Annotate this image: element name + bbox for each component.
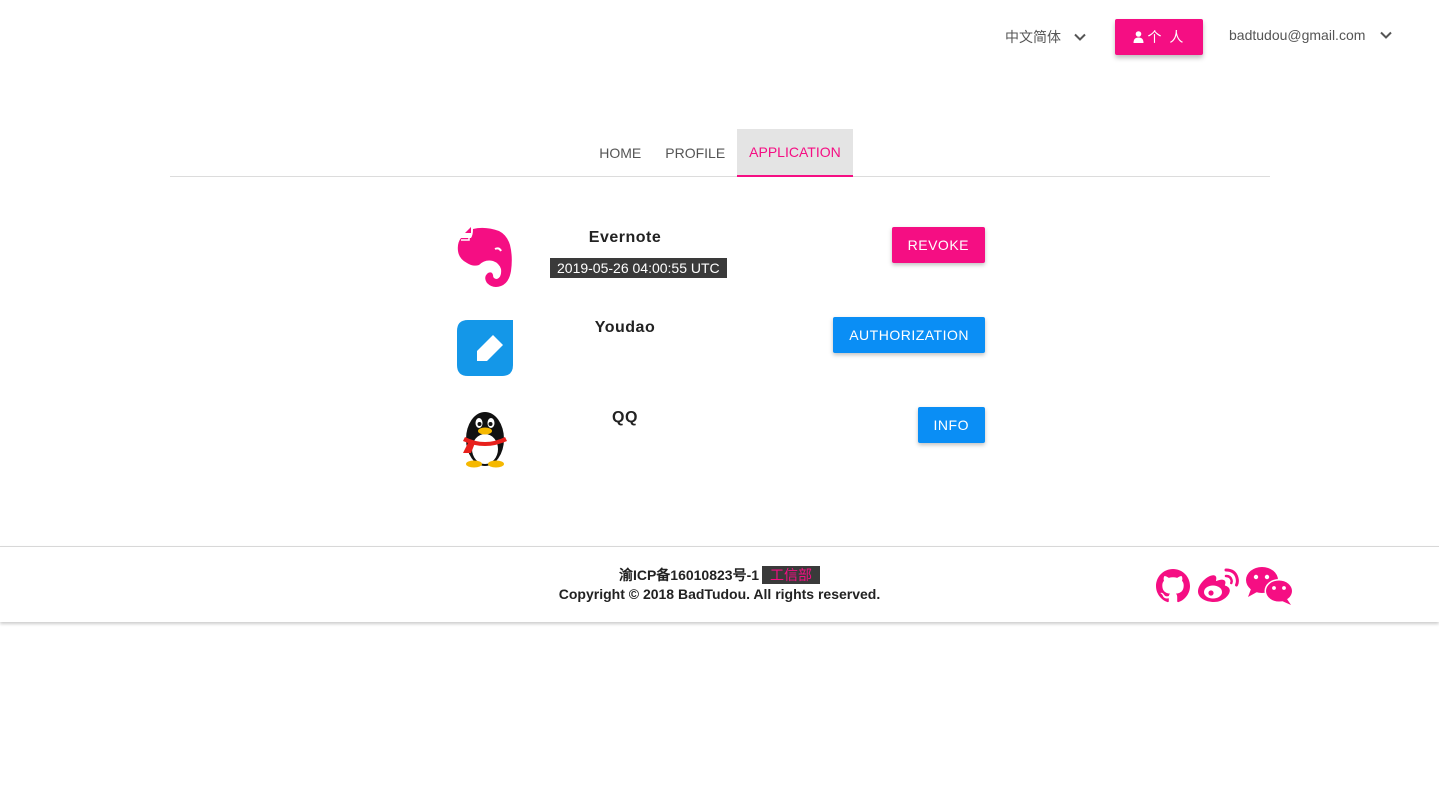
app-row-youdao: Youdao AUTHORIZATION: [455, 317, 985, 381]
footer: 渝ICP备16010823号-1 工信部 Copyright © 2018 Bad…: [0, 546, 1439, 622]
github-icon[interactable]: [1155, 568, 1191, 609]
authorization-timestamp: 2019-05-26 04:00:55 UTC: [550, 258, 727, 278]
language-label: 中文简体: [1005, 29, 1061, 45]
user-email: badtudou@gmail.com: [1229, 27, 1366, 43]
wechat-icon[interactable]: [1245, 566, 1295, 611]
app-name: Youdao: [594, 319, 656, 336]
revoke-button[interactable]: REVOKE: [891, 227, 985, 263]
info-button[interactable]: INFO: [917, 407, 985, 443]
app-row-evernote: Evernote 2019-05-26 04:00:55 UTC REVOKE: [455, 227, 985, 291]
language-select[interactable]: 中文简体: [1005, 27, 1087, 47]
user-icon: [1133, 31, 1144, 43]
app-name: Evernote: [588, 229, 662, 246]
icp-badge-link[interactable]: 工信部: [762, 566, 821, 584]
authorization-button[interactable]: AUTHORIZATION: [833, 317, 985, 353]
icp-number: 渝ICP备16010823号-1: [618, 567, 760, 583]
user-menu[interactable]: badtudou@gmail.com: [1229, 27, 1393, 43]
chevron-down-icon: [1379, 28, 1393, 42]
weibo-icon[interactable]: [1197, 568, 1239, 609]
app-row-qq: QQ INFO: [455, 407, 985, 471]
tab-application[interactable]: APPLICATION: [737, 129, 853, 177]
tab-profile[interactable]: PROFILE: [653, 129, 737, 177]
social-links: [1155, 566, 1295, 611]
chevron-down-icon: [1073, 30, 1087, 44]
profile-button[interactable]: 个 人: [1115, 19, 1203, 55]
tab-bar: HOME PROFILE APPLICATION: [170, 129, 1270, 177]
tab-home[interactable]: HOME: [587, 129, 653, 177]
app-name: QQ: [612, 409, 638, 426]
profile-button-label: 个 人: [1147, 29, 1186, 45]
